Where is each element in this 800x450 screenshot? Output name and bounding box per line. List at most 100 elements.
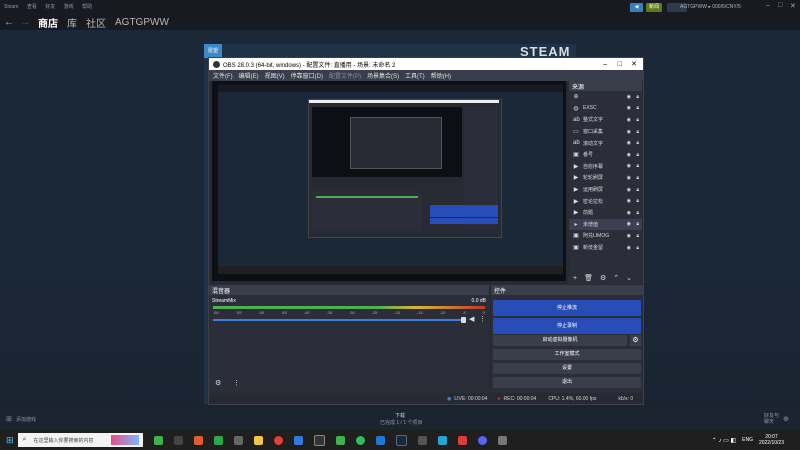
menu-profile[interactable]: 配置文件(P) [329, 71, 361, 80]
lock-icon[interactable]: 🔒︎ [636, 117, 639, 123]
lock-icon[interactable]: 🔒︎ [636, 187, 639, 193]
input-language[interactable]: ENG [742, 437, 753, 443]
source-item[interactable]: ab 滚动文字 ◉ 🔒︎ [569, 137, 642, 149]
source-item[interactable]: ▶ 自愈序幕 ◉ 🔒︎ [569, 161, 642, 173]
add-icon[interactable]: ⊞ [6, 415, 12, 423]
source-item[interactable]: ▣ 新伎金留 ◉ 🔒︎ [569, 242, 642, 254]
obs-icon[interactable] [313, 434, 325, 446]
gear-icon[interactable]: ⚙ [600, 274, 606, 282]
nav-community[interactable]: 社区 [86, 15, 106, 30]
more-options-icon[interactable]: ⋮ [233, 379, 240, 387]
menu-help[interactable]: 帮助(H) [431, 71, 451, 80]
studio-mode-button[interactable]: 工作室模式 [493, 349, 641, 360]
eye-icon[interactable]: ◉ [627, 140, 631, 146]
xbox-icon[interactable] [153, 435, 163, 445]
lock-icon[interactable]: 🔒︎ [636, 129, 639, 135]
lock-icon[interactable]: 🔒︎ [636, 233, 639, 239]
eye-icon[interactable]: ◉ [627, 152, 631, 158]
lock-icon[interactable]: 🔒︎ [636, 198, 639, 204]
trash-icon[interactable]: 🗑︎ [584, 274, 593, 282]
arrow-left-icon[interactable]: ← [4, 17, 14, 28]
lock-icon[interactable]: 🔒︎ [636, 210, 639, 216]
menu-file[interactable]: 文件(F) [213, 71, 233, 80]
wishlist-tab[interactable]: 愿望 [204, 44, 222, 58]
menu-item[interactable]: 帮助 [82, 4, 92, 10]
source-item[interactable]: ▣ 番号 ◉ 🔒︎ [569, 149, 642, 161]
eye-icon[interactable]: ◉ [627, 210, 631, 216]
app-icon[interactable] [193, 435, 203, 445]
close-icon[interactable]: ✕ [790, 2, 796, 10]
eye-icon[interactable]: ◉ [627, 245, 631, 251]
clock[interactable]: 20:07 2022/10/23 [759, 434, 784, 446]
nav-profile[interactable]: AGTGPWW [115, 17, 169, 28]
source-item[interactable]: ▶ 密论拉松 ◉ 🔒︎ [569, 195, 642, 207]
taskbar-search-input[interactable]: ⌕ 在这里输入你要搜索的内容 [17, 433, 143, 447]
source-item[interactable]: ⊕ ◉ 🔒︎ [569, 91, 642, 103]
speaker-icon[interactable]: ◀︎ [469, 315, 474, 323]
app-icon[interactable] [173, 435, 183, 445]
menu-docks[interactable]: 停靠窗口(D) [291, 71, 323, 80]
source-item[interactable]: ▶ 轮轮刷屏 ◉ 🔒︎ [569, 172, 642, 184]
chevron-down-icon[interactable]: ⌄ [626, 274, 632, 282]
add-game-link[interactable]: 添加游戏 [16, 416, 36, 423]
source-item[interactable]: ab 整式文字 ◉ 🔒︎ [569, 114, 642, 126]
nav-store[interactable]: 商店 [38, 15, 58, 30]
tray-icons[interactable]: ⌃ ♪ ▭ ◧ [712, 437, 736, 444]
downloads-link[interactable]: 下载 [395, 412, 405, 419]
chevron-up-icon[interactable]: ⌃ [613, 274, 619, 282]
account-label[interactable]: AGTGPWW ▸ 000/5/CNY/5 [680, 4, 741, 10]
app-icon[interactable] [233, 435, 243, 445]
lock-icon[interactable]: 🔒︎ [636, 221, 639, 227]
eye-icon[interactable]: ◉ [627, 129, 631, 135]
eye-icon[interactable]: ◉ [627, 163, 631, 169]
app-icon[interactable] [213, 435, 223, 445]
steam-icon[interactable] [395, 434, 407, 446]
folder-icon[interactable] [253, 435, 263, 445]
menu-item[interactable]: 游戏 [64, 4, 74, 10]
app-icon[interactable] [293, 435, 303, 445]
source-item[interactable]: ◍ EXSC ◉ 🔒︎ [569, 103, 642, 115]
app-icon[interactable] [497, 435, 507, 445]
stop-streaming-button[interactable]: 停止推流 [493, 300, 641, 316]
minimize-icon[interactable]: – [603, 61, 607, 68]
app-icon[interactable] [335, 435, 345, 445]
lock-icon[interactable]: 🔒︎ [636, 140, 639, 146]
maximize-icon[interactable]: □ [618, 61, 622, 68]
volume-slider-handle[interactable] [461, 317, 466, 323]
maximize-icon[interactable]: □ [778, 2, 782, 9]
minimize-icon[interactable]: – [766, 2, 770, 9]
settings-button[interactable]: 设置 [493, 363, 641, 374]
menu-item[interactable]: 好友 [45, 4, 55, 10]
windows-start-icon[interactable]: ⊞ [6, 435, 14, 446]
menu-item[interactable]: 查看 [27, 4, 37, 10]
lock-icon[interactable]: 🔒︎ [636, 105, 639, 111]
source-item-selected[interactable]: ▸ 未增值 ◉ 🔒︎ [569, 218, 642, 231]
gear-icon[interactable]: ⚙ [630, 335, 641, 346]
eye-icon[interactable]: ◉ [627, 233, 631, 239]
source-item[interactable]: ▣ 阿兑LIMOG ◉ 🔒︎ [569, 230, 642, 242]
eye-icon[interactable]: ◉ [627, 175, 631, 181]
arrow-right-icon[interactable]: → [20, 17, 30, 28]
menu-scene-collection[interactable]: 场景集合(S) [367, 71, 399, 80]
lock-icon[interactable]: 🔒︎ [636, 175, 639, 181]
more-options-icon[interactable]: ⋮ [479, 315, 486, 323]
lock-icon[interactable]: 🔒︎ [636, 152, 639, 158]
app-icon[interactable] [437, 435, 447, 445]
lock-icon[interactable]: 🔒︎ [636, 245, 639, 251]
lock-icon[interactable]: 🔒︎ [636, 163, 639, 169]
nav-library[interactable]: 库 [67, 15, 77, 30]
eye-icon[interactable]: ◉ [627, 94, 631, 100]
lock-icon[interactable]: 🔒︎ [636, 94, 639, 100]
preview-canvas[interactable] [212, 81, 566, 281]
app-icon[interactable] [457, 435, 467, 445]
broadcast-icon[interactable]: ◀ [630, 3, 643, 12]
wechat-icon[interactable] [355, 435, 365, 445]
source-item[interactable]: ▭ 窗口采集 ◉ 🔒︎ [569, 126, 642, 138]
discord-icon[interactable] [477, 435, 487, 445]
menu-edit[interactable]: 编辑(E) [239, 71, 259, 80]
eye-icon[interactable]: ◉ [627, 105, 631, 111]
friends-chat-link[interactable]: 好友与 聊天 [764, 413, 779, 425]
menu-tools[interactable]: 工具(T) [405, 71, 425, 80]
app-icon[interactable] [375, 435, 385, 445]
stop-recording-button[interactable]: 停止录制 [493, 318, 641, 334]
